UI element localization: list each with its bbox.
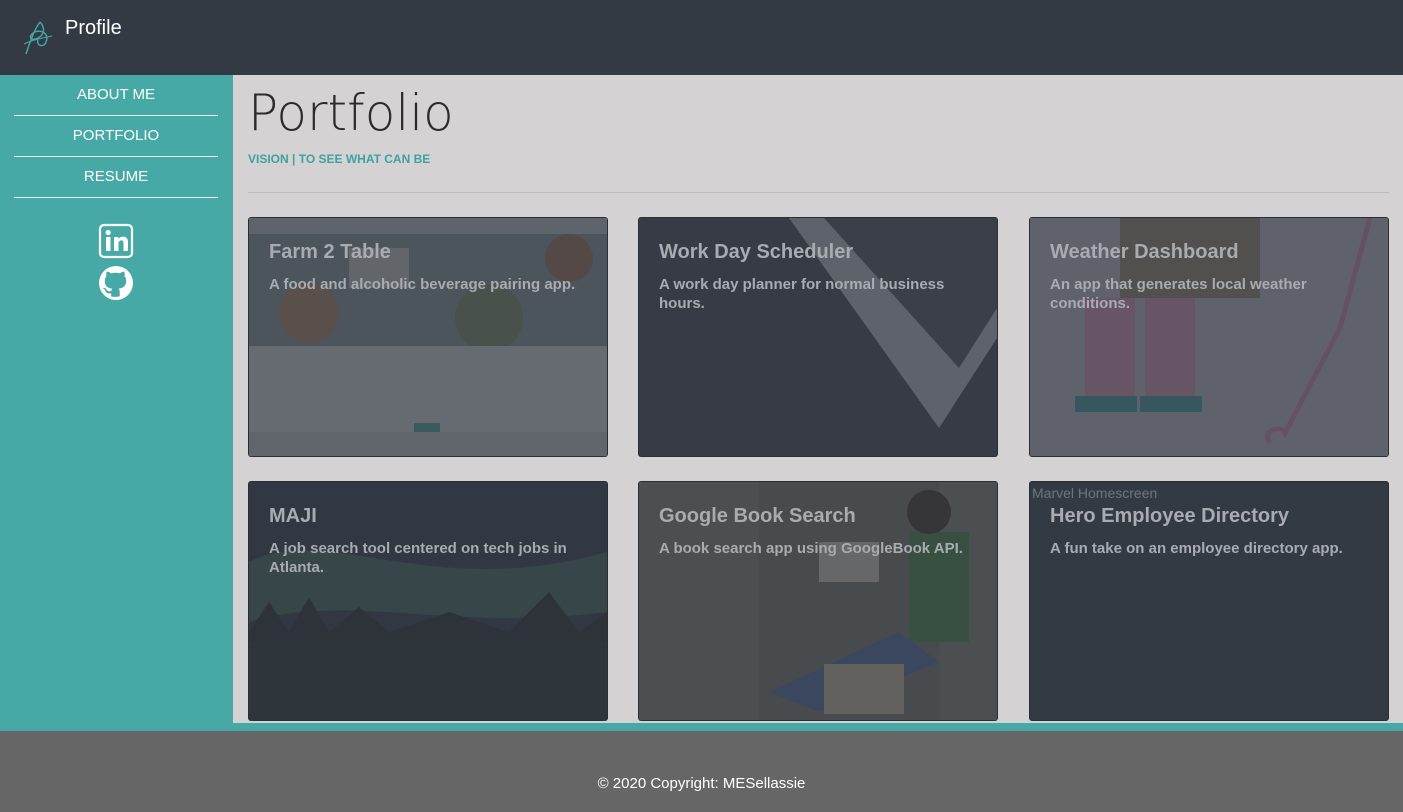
footer-accent-strip bbox=[0, 723, 1403, 731]
broken-image-alt-text: Marvel Homescreen bbox=[1032, 485, 1158, 501]
main-content: Portfolio VISION | TO SEE WHAT CAN BE Fa… bbox=[233, 75, 1403, 723]
divider bbox=[248, 192, 1389, 193]
project-card-farm-2-table[interactable]: Farm 2 Table A food and alcoholic bevera… bbox=[248, 217, 608, 457]
card-description: A food and alcoholic beverage pairing ap… bbox=[269, 276, 576, 293]
card-description: A fun take on an employee directory app. bbox=[1050, 540, 1343, 557]
card-title: MAJI bbox=[269, 505, 317, 527]
project-card-google-book-search[interactable]: Google Book Search A book search app usi… bbox=[638, 481, 998, 721]
card-description: A job search tool centered on tech jobs … bbox=[269, 540, 567, 576]
card-title: Google Book Search bbox=[659, 505, 856, 527]
page-tagline: VISION | TO SEE WHAT CAN BE bbox=[248, 152, 431, 166]
signature-logo-icon[interactable] bbox=[20, 16, 56, 60]
page-title: Portfolio bbox=[248, 84, 454, 142]
card-title: Weather Dashboard bbox=[1050, 241, 1239, 263]
sidebar-item-about-me[interactable]: ABOUT ME bbox=[14, 75, 218, 116]
sidebar-item-resume[interactable]: RESUME bbox=[14, 157, 218, 198]
sidebar: ABOUT ME PORTFOLIO RESUME bbox=[0, 75, 233, 723]
sidebar-item-portfolio[interactable]: PORTFOLIO bbox=[14, 116, 218, 157]
copyright-text: © 2020 Copyright: MESellassie bbox=[597, 775, 806, 792]
card-title: Work Day Scheduler bbox=[659, 241, 854, 263]
project-card-work-day-scheduler[interactable]: Work Day Scheduler A work day planner fo… bbox=[638, 217, 998, 457]
card-description: A book search app using GoogleBook API. bbox=[659, 540, 963, 557]
card-description: A work day planner for normal business h… bbox=[659, 276, 945, 312]
project-card-weather-dashboard[interactable]: Weather Dashboard An app that generates … bbox=[1029, 217, 1389, 457]
project-card-maji[interactable]: MAJI A job search tool centered on tech … bbox=[248, 481, 608, 721]
brand-title[interactable]: Profile bbox=[65, 16, 122, 40]
linkedin-icon[interactable] bbox=[98, 223, 134, 259]
card-title: Farm 2 Table bbox=[269, 241, 391, 263]
card-description: An app that generates local weather cond… bbox=[1050, 276, 1307, 312]
github-icon[interactable] bbox=[98, 265, 134, 301]
top-navbar: Profile bbox=[0, 0, 1403, 75]
project-card-hero-employee-directory[interactable]: Marvel Homescreen Hero Employee Director… bbox=[1029, 481, 1389, 721]
footer: © 2020 Copyright: MESellassie bbox=[0, 731, 1403, 812]
card-title: Hero Employee Directory bbox=[1050, 505, 1289, 527]
